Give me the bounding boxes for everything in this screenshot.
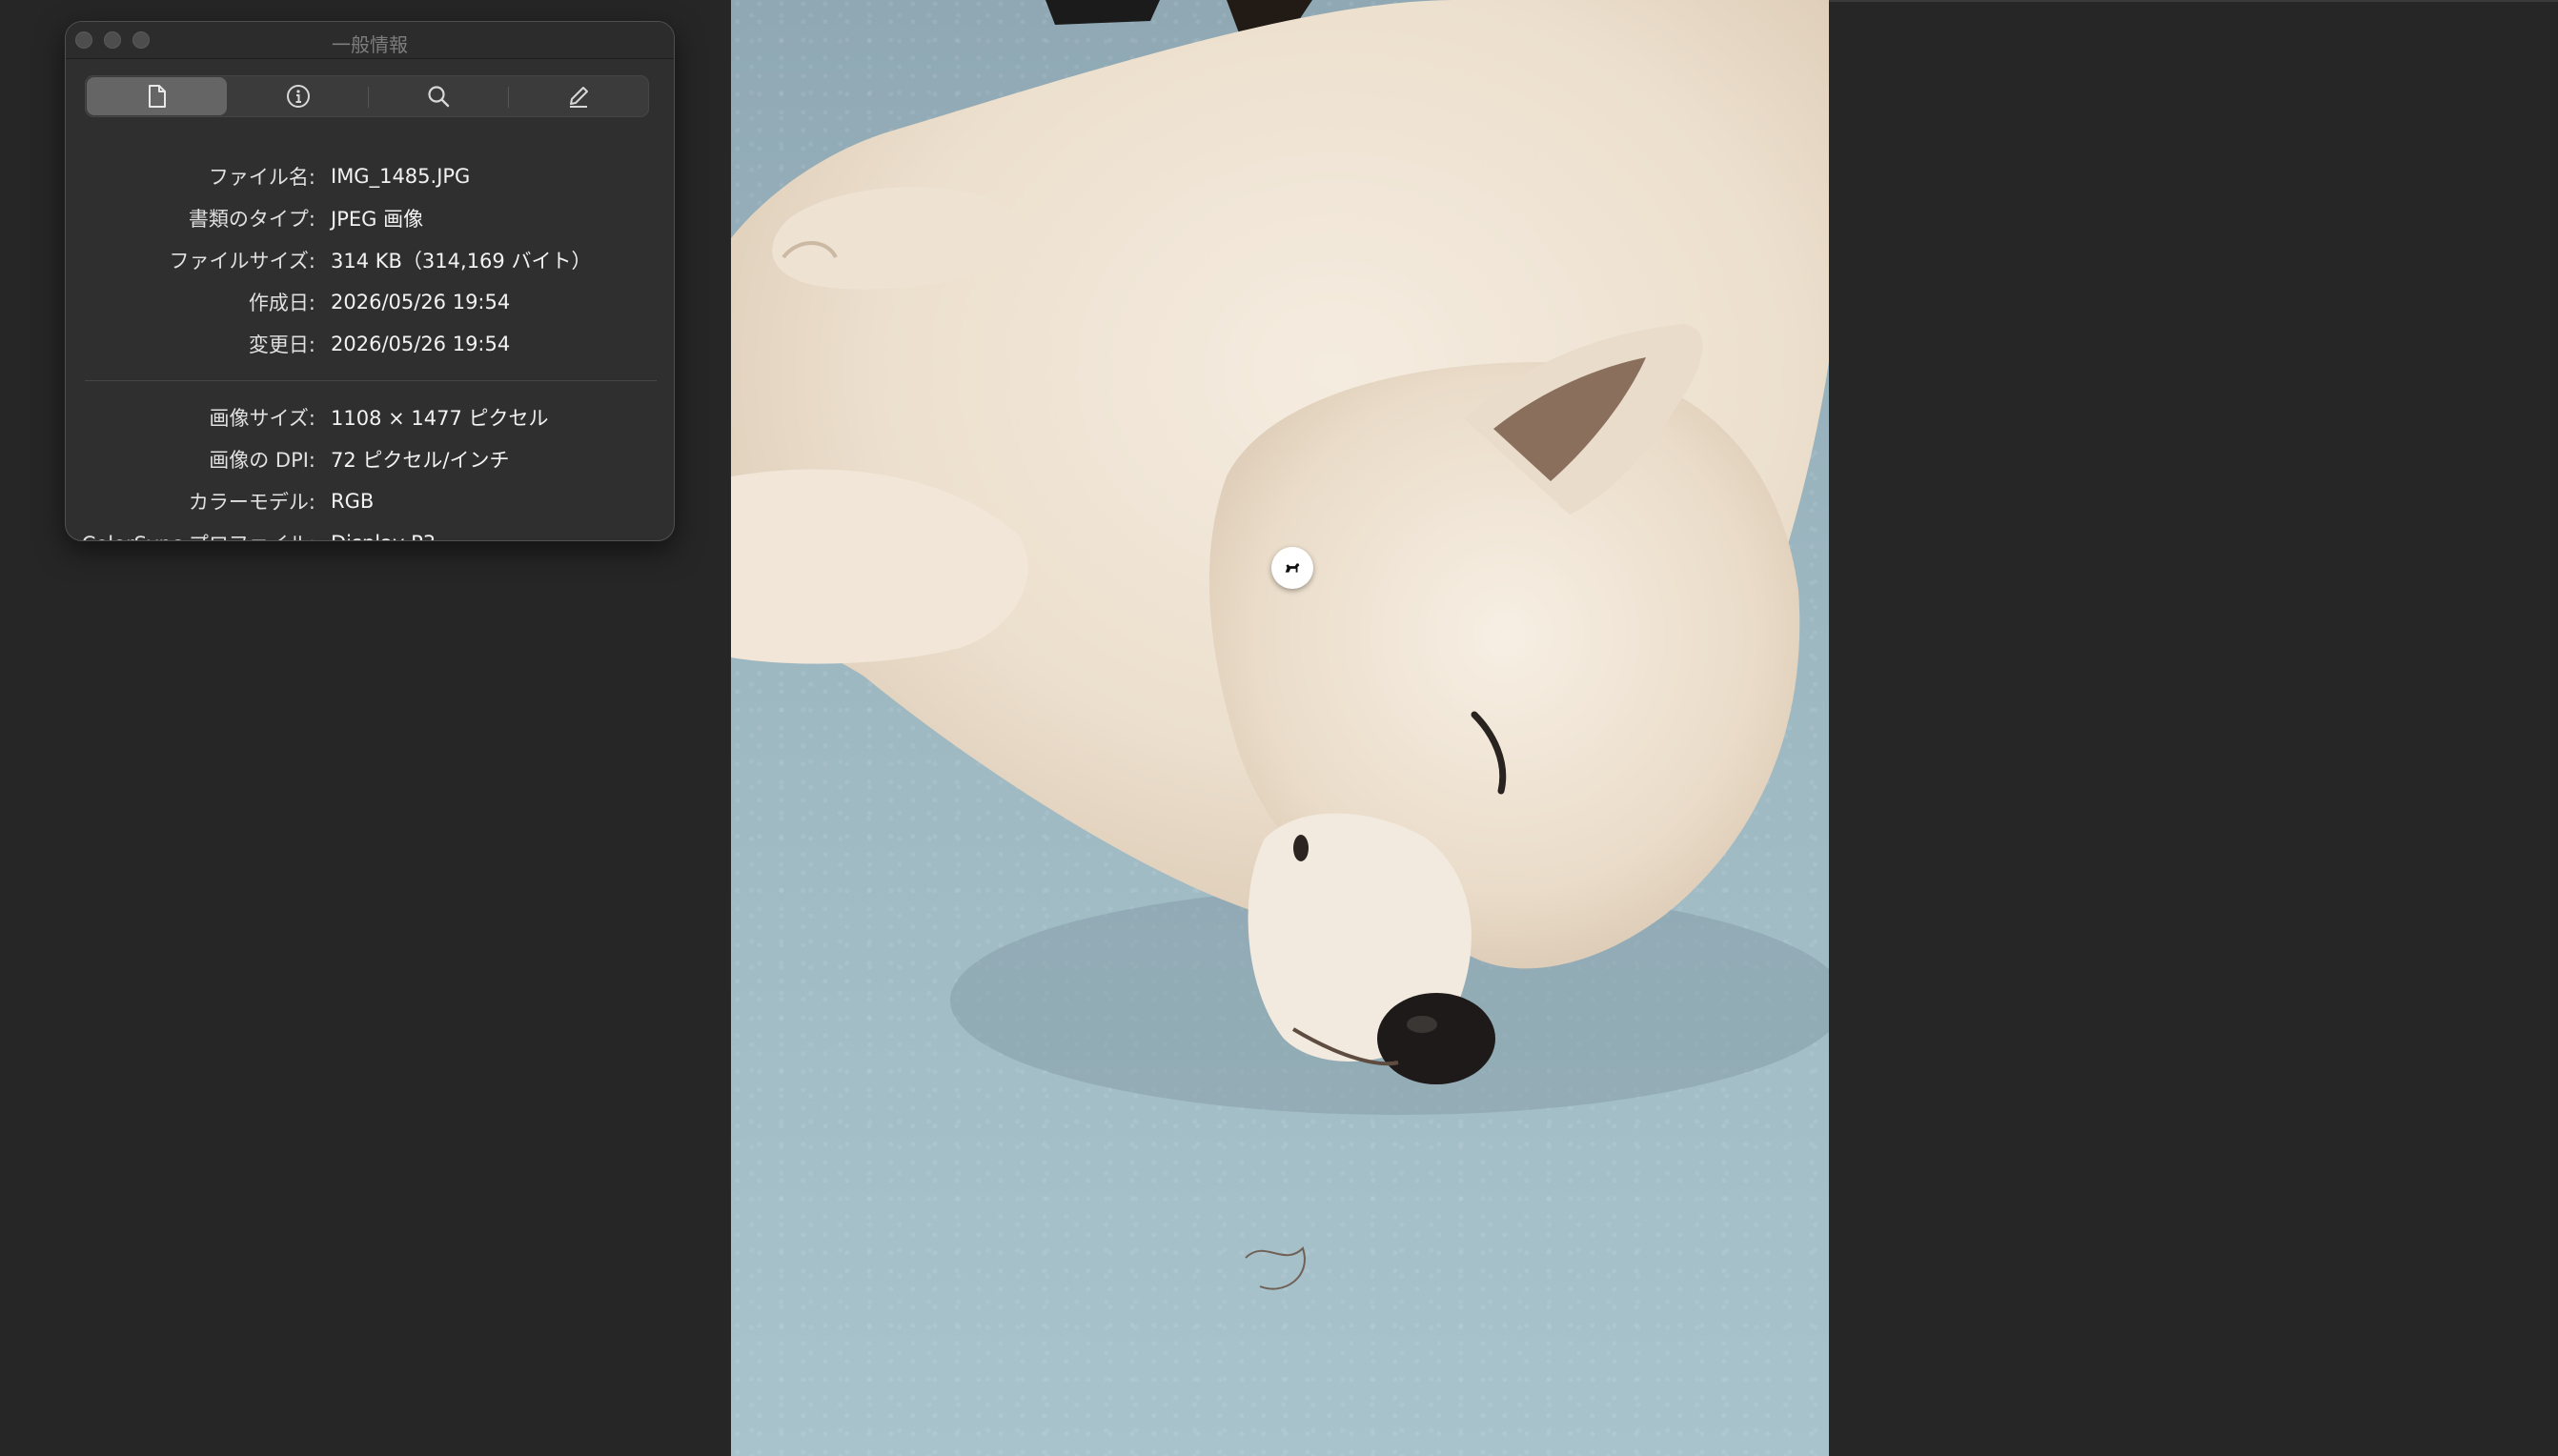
info-list: ファイル名: IMG_1485.JPG 書類のタイプ: JPEG 画像 ファイル…	[66, 155, 674, 540]
top-edge-line	[1829, 0, 2558, 2]
tab-more-info[interactable]	[228, 76, 368, 116]
info-icon	[286, 85, 310, 108]
visual-lookup-dog-button[interactable]	[1271, 547, 1313, 589]
inspector-tabs	[85, 75, 649, 117]
divider	[85, 380, 657, 381]
row-color-model: カラーモデル: RGB	[66, 480, 674, 522]
value-color-model: RGB	[331, 490, 375, 513]
row-file-size: ファイルサイズ: 314 KB（314,169 バイト）	[66, 239, 674, 281]
value-image-size: 1108 × 1477 ピクセル	[331, 407, 549, 430]
tab-annotations[interactable]	[508, 76, 648, 116]
label-file-size: ファイルサイズ:	[169, 250, 315, 273]
value-file-name: IMG_1485.JPG	[331, 165, 471, 188]
label-image-size: 画像サイズ:	[209, 407, 315, 430]
magnifier-icon	[427, 86, 449, 108]
tab-search[interactable]	[368, 76, 508, 116]
row-modified: 変更日: 2026/05/26 19:54	[66, 323, 674, 365]
right-background	[1829, 0, 2558, 1456]
value-colorsync-profile: Display P3	[331, 532, 436, 540]
label-document-type: 書類のタイプ:	[188, 208, 315, 231]
dog-icon	[1285, 563, 1300, 573]
pencil-icon	[569, 87, 588, 108]
info-inspector-window: 一般情報 ファイル名: IMG_1485.JPG 書類のタイプ: JPEG 画像…	[65, 21, 675, 541]
document-icon	[148, 85, 166, 108]
value-modified: 2026/05/26 19:54	[331, 333, 511, 355]
label-file-name: ファイル名:	[208, 166, 315, 189]
row-file-name: ファイル名: IMG_1485.JPG	[66, 155, 674, 197]
row-created: 作成日: 2026/05/26 19:54	[66, 281, 674, 323]
row-colorsync-profile: ColorSync プロファイル: Display P3	[66, 522, 674, 540]
row-image-size: 画像サイズ: 1108 × 1477 ピクセル	[66, 396, 674, 438]
value-document-type: JPEG 画像	[331, 208, 424, 231]
value-file-size: 314 KB（314,169 バイト）	[331, 250, 592, 273]
photo-view	[731, 0, 1829, 1456]
tab-general[interactable]	[87, 77, 227, 115]
label-modified: 変更日:	[248, 334, 315, 356]
label-colorsync-profile: ColorSync プロファイル:	[66, 529, 331, 540]
label-color-model: カラーモデル:	[188, 491, 315, 514]
row-image-dpi: 画像の DPI: 72 ピクセル/インチ	[66, 438, 674, 480]
value-image-dpi: 72 ピクセル/インチ	[331, 449, 510, 472]
title-bar[interactable]: 一般情報	[66, 22, 674, 59]
label-image-dpi: 画像の DPI:	[209, 449, 315, 472]
photo-image	[731, 0, 1829, 1290]
label-created: 作成日:	[248, 292, 315, 314]
value-created: 2026/05/26 19:54	[331, 291, 511, 313]
row-document-type: 書類のタイプ: JPEG 画像	[66, 197, 674, 239]
window-title: 一般情報	[332, 33, 408, 56]
